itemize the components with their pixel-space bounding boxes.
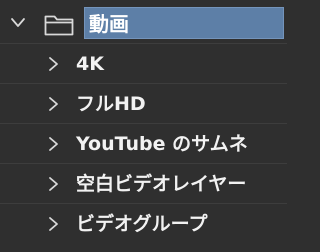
layer-item-label: 空白ビデオレイヤー xyxy=(76,173,247,195)
folder-icon xyxy=(44,14,74,36)
layer-item-full-hd[interactable]: フルHD xyxy=(0,84,287,124)
chevron-right-icon[interactable] xyxy=(46,216,60,231)
layer-group-row[interactable]: 動画 xyxy=(0,0,287,44)
layer-item-label: YouTube のサムネ xyxy=(76,133,248,155)
layer-item-youtube-thumbnail[interactable]: YouTube のサムネ xyxy=(0,124,287,164)
layer-item-label: フルHD xyxy=(76,93,146,115)
layers-panel: 動画 4K フルHD YouTube のサムネ 空白ビデオレイヤー ビデオグルー… xyxy=(0,0,287,252)
layer-item-label: ビデオグループ xyxy=(76,213,208,235)
chevron-right-icon[interactable] xyxy=(46,176,60,191)
layer-item-blank-video-layer[interactable]: 空白ビデオレイヤー xyxy=(0,164,287,204)
chevron-right-icon[interactable] xyxy=(46,56,60,71)
layer-name-input[interactable]: 動画 xyxy=(84,7,284,39)
layer-group-name: 動画 xyxy=(89,12,129,36)
chevron-right-icon[interactable] xyxy=(46,96,60,111)
layer-item-4k[interactable]: 4K xyxy=(0,44,287,84)
layer-item-video-group[interactable]: ビデオグループ xyxy=(0,204,287,252)
layer-item-label: 4K xyxy=(76,53,104,75)
chevron-down-icon[interactable] xyxy=(10,16,25,30)
chevron-right-icon[interactable] xyxy=(46,136,60,151)
